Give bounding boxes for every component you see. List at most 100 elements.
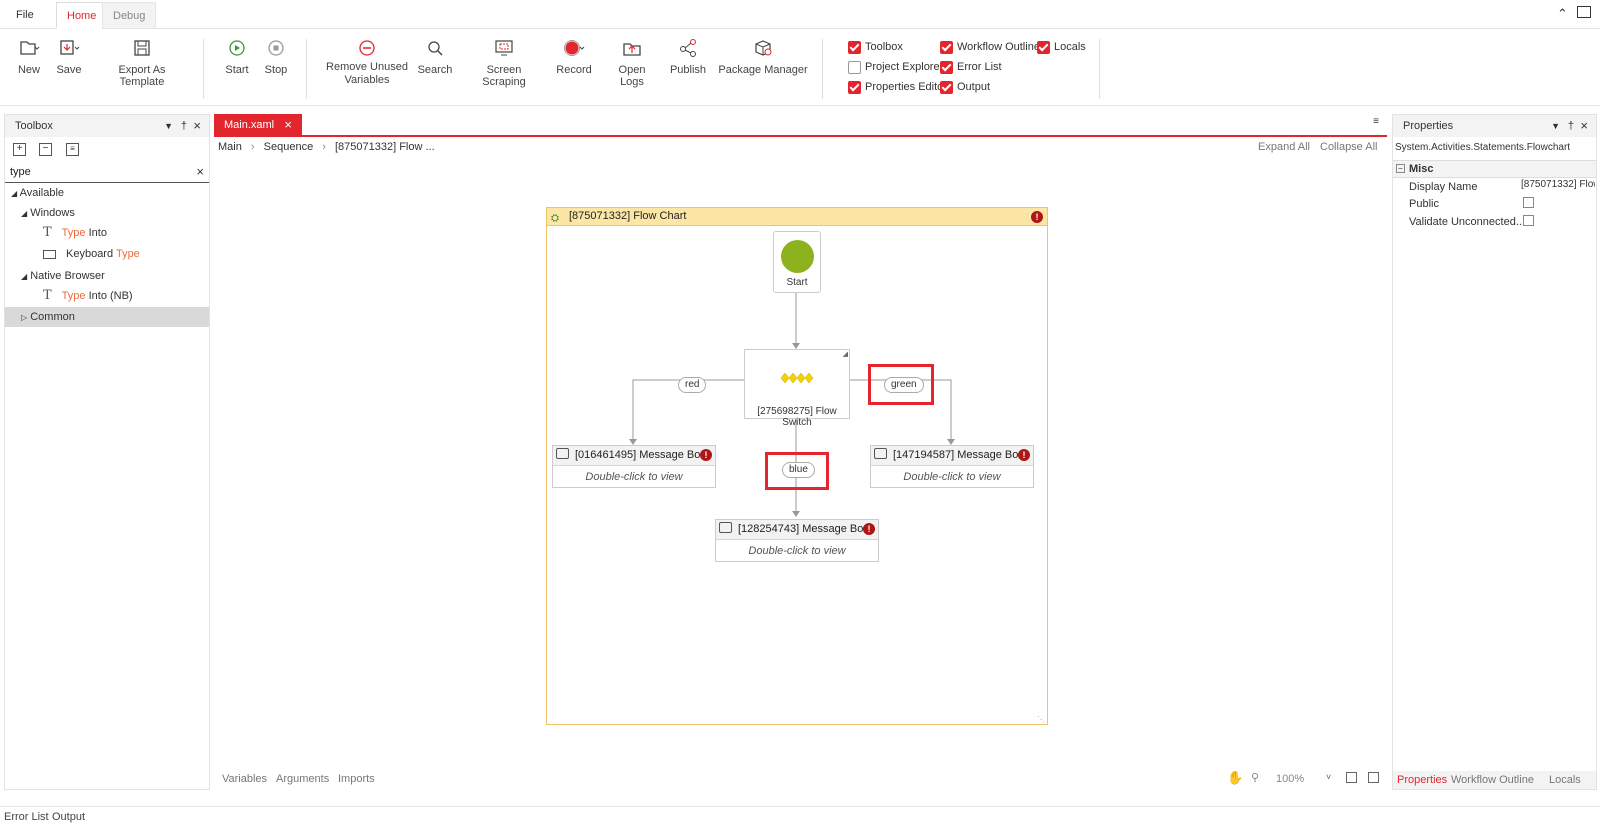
remove-unused-variables-button[interactable]: Remove Unused Variables	[326, 35, 408, 87]
tree-group-available[interactable]: ◢ Available	[11, 183, 64, 203]
save-button[interactable]: Save	[54, 35, 84, 76]
prop-name-validate-unconnected: Validate Unconnected...	[1409, 216, 1525, 228]
toolbox-header: Toolbox ▼ † ×	[5, 115, 209, 137]
workflow-outline-checkbox-label: Workflow Outline	[957, 41, 1040, 53]
tab-arguments[interactable]: Arguments	[276, 773, 329, 785]
dropdown-icon[interactable]: ▼	[164, 115, 173, 137]
tab-main-xaml[interactable]: Main.xaml ×	[214, 114, 302, 137]
toolbox-search-value: type	[10, 166, 31, 178]
window-layout-icon[interactable]	[1577, 6, 1591, 18]
close-icon[interactable]: ×	[193, 115, 201, 137]
message-box-left[interactable]: [016461495] Message Box ! Double-click t…	[552, 445, 716, 488]
tab-output[interactable]: Output	[52, 811, 85, 823]
type-into-nb-rest: Into (NB)	[85, 290, 133, 302]
list-view-icon[interactable]: ≡	[66, 143, 79, 156]
tree-item-keyboard-type[interactable]: Keyboard Type	[43, 244, 140, 264]
fit-to-screen-icon[interactable]	[1346, 772, 1357, 783]
publish-button[interactable]: Publish	[668, 35, 708, 76]
open-logs-button[interactable]: Open Logs	[606, 35, 658, 88]
zoom-value[interactable]: 100%	[1276, 773, 1304, 785]
tab-imports[interactable]: Imports	[338, 773, 375, 785]
search-button[interactable]: Search	[416, 35, 454, 76]
tab-file[interactable]: File	[6, 2, 44, 29]
category-misc[interactable]: − Misc	[1393, 160, 1596, 178]
breadcrumb-sequence[interactable]: Sequence	[264, 141, 314, 153]
tab-properties[interactable]: Properties	[1397, 774, 1447, 786]
resize-grip-icon[interactable]: ⋱	[1037, 715, 1045, 724]
new-button[interactable]: New	[14, 35, 44, 76]
stop-button[interactable]: Stop	[261, 35, 291, 76]
message-box-bottom[interactable]: [128254743] Message Box ! Double-click t…	[715, 519, 879, 562]
close-tab-icon[interactable]: ×	[284, 114, 292, 136]
tab-variables[interactable]: Variables	[222, 773, 267, 785]
tree-group-available-label: Available	[19, 187, 65, 199]
export-template-button[interactable]: Export As Template	[96, 35, 188, 88]
expanded-arrow-icon: ◢	[21, 272, 28, 281]
remove-unused-label: Remove Unused Variables	[326, 61, 408, 86]
tree-item-type-into[interactable]: T Type Into	[43, 223, 107, 243]
dropdown-icon[interactable]: ▼	[1551, 115, 1560, 137]
checkbox-checked-icon	[940, 61, 953, 74]
validate-unconnected-checkbox[interactable]	[1523, 215, 1534, 226]
save-label: Save	[56, 64, 82, 76]
tab-locals[interactable]: Locals	[1549, 774, 1581, 786]
workflow-outline-checkbox[interactable]: Workflow Outline	[940, 40, 1040, 56]
collapse-ribbon-icon[interactable]: ⌃	[1557, 6, 1568, 22]
prop-name-display-name: Display Name	[1409, 181, 1478, 193]
project-explorer-checkbox[interactable]: Project Explorer	[848, 60, 943, 76]
package-manager-button[interactable]: Package Manager	[718, 35, 808, 76]
flowchart-container[interactable]: ⛭ [875071332] Flow Chart ! Start ◢ [2756…	[546, 207, 1048, 725]
tree-group-windows[interactable]: ◢ Windows	[21, 203, 75, 223]
message-box-right[interactable]: [147194587] Message Box ! Double-click t…	[870, 445, 1034, 488]
record-label: Record	[556, 64, 592, 76]
overview-map-icon[interactable]	[1368, 772, 1379, 783]
collapse-icon[interactable]: −	[1396, 164, 1405, 173]
tree-group-native-browser[interactable]: ◢ Native Browser	[21, 266, 105, 286]
close-icon[interactable]: ×	[1580, 115, 1588, 137]
keyboard-type-rest: Keyboard	[66, 248, 116, 260]
ribbon-separator	[1099, 39, 1100, 99]
prop-value-display-name[interactable]: [875071332] Flow	[1521, 179, 1595, 195]
pin-icon[interactable]: †	[181, 115, 187, 137]
stop-icon	[268, 40, 284, 56]
toolbox-checkbox-label: Toolbox	[865, 41, 903, 53]
record-button[interactable]: Record	[554, 35, 594, 76]
case-label-red[interactable]: red	[678, 377, 707, 393]
toolbox-checkbox[interactable]: Toolbox	[848, 40, 903, 56]
tab-menu-icon[interactable]: ≡	[1373, 116, 1379, 127]
designer-area: Main.xaml × ≡ Main › Sequence › [87507133…	[214, 114, 1387, 790]
clear-search-icon[interactable]: ×	[196, 164, 204, 179]
tab-error-list[interactable]: Error List	[4, 811, 49, 823]
start-button[interactable]: Start	[222, 35, 252, 76]
public-checkbox[interactable]	[1523, 197, 1534, 208]
tab-debug[interactable]: Debug	[102, 2, 157, 29]
tree-group-common[interactable]: ▷ Common	[5, 307, 209, 327]
start-node[interactable]: Start	[773, 231, 821, 293]
chevron-right-icon: ›	[322, 141, 326, 153]
tab-home[interactable]: Home	[56, 2, 108, 29]
hand-tool-icon[interactable]: ✋	[1227, 770, 1243, 786]
properties-editor-checkbox[interactable]: Properties Editor	[848, 80, 947, 96]
toolbox-search-field[interactable]: type ×	[5, 163, 209, 183]
locals-checkbox[interactable]: Locals	[1037, 40, 1086, 56]
pin-icon[interactable]: †	[1568, 115, 1574, 137]
properties-panel: Properties ▼ † × System.Activities.State…	[1392, 114, 1597, 790]
tree-item-type-into-nb[interactable]: T Type Into (NB)	[43, 286, 133, 306]
output-checkbox[interactable]: Output	[940, 80, 990, 96]
collapse-all-icon[interactable]: −	[39, 143, 52, 156]
chevron-right-icon: ›	[250, 141, 255, 153]
collapse-all-link[interactable]: Collapse All	[1320, 141, 1377, 153]
error-list-checkbox[interactable]: Error List	[940, 60, 1002, 76]
tab-workflow-outline[interactable]: Workflow Outline	[1451, 774, 1534, 786]
breadcrumb-flowchart[interactable]: [875071332] Flow ...	[335, 141, 435, 153]
breadcrumb-main[interactable]: Main	[218, 141, 242, 153]
share-icon	[680, 39, 696, 57]
expand-all-icon[interactable]: +	[13, 143, 26, 156]
ribbon-separator	[306, 39, 307, 99]
zoom-dropdown-icon[interactable]: ˅	[1326, 772, 1331, 782]
screen-scraping-button[interactable]: Screen Scraping	[466, 35, 542, 88]
zoom-icon[interactable]: ⚲	[1251, 771, 1259, 784]
expand-all-link[interactable]: Expand All	[1258, 141, 1310, 153]
start-label: Start	[786, 277, 808, 288]
flow-switch-node[interactable]: ◢ [275698275] Flow Switch	[744, 349, 850, 428]
